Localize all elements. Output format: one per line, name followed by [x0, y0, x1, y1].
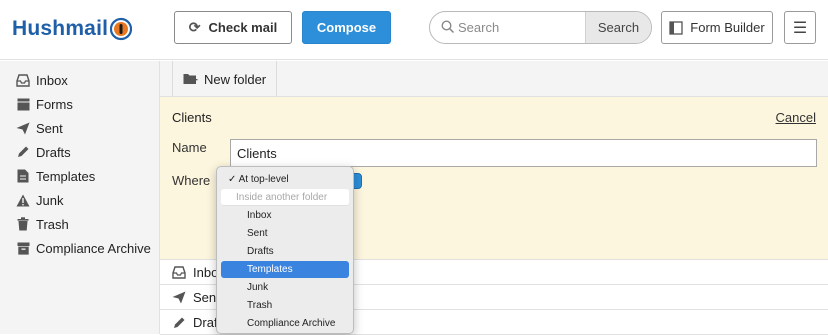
drafts-icon — [172, 316, 186, 330]
form-builder-icon — [669, 20, 683, 35]
inbox-icon — [16, 73, 30, 87]
sidebar-item-label: Trash — [36, 216, 69, 232]
drafts-icon — [16, 145, 30, 159]
dropdown-option-sent[interactable]: Sent — [221, 225, 349, 242]
logo-text-hush: Hush — [12, 17, 66, 40]
where-label: Where — [172, 173, 211, 188]
search-box: Search — [429, 11, 652, 44]
sidebar-item-inbox[interactable]: Inbox — [16, 70, 68, 90]
sidebar-item-trash[interactable]: Trash — [16, 214, 69, 234]
logo-text-mail: mail — [65, 17, 109, 40]
dropdown-option-compliance-archive[interactable]: Compliance Archive — [221, 315, 349, 332]
form-builder-button[interactable]: Form Builder — [661, 11, 773, 44]
check-mail-button[interactable]: ⟳ Check mail — [174, 11, 292, 44]
hamburger-icon: ☰ — [792, 19, 808, 37]
inbox-icon — [172, 266, 186, 280]
compose-button[interactable]: Compose — [302, 11, 391, 44]
junk-icon — [16, 193, 30, 207]
new-folder-label: New folder — [204, 71, 267, 87]
form-builder-label: Form Builder — [690, 20, 765, 35]
check-mail-label: Check mail — [208, 20, 278, 35]
sidebar-item-label: Drafts — [36, 144, 71, 160]
sidebar-item-templates[interactable]: Templates — [16, 166, 95, 186]
sidebar-item-label: Junk — [36, 192, 64, 208]
archive-icon — [16, 241, 30, 255]
templates-icon — [16, 169, 30, 183]
main-menu-button[interactable]: ☰ — [784, 11, 816, 44]
sidebar-item-label: Templates — [36, 168, 96, 184]
sidebar-item-label: Sent — [36, 120, 63, 136]
logo-lock-icon — [110, 17, 133, 41]
sent-icon — [172, 291, 186, 305]
forms-icon — [16, 97, 30, 111]
search-button[interactable]: Search — [585, 12, 651, 43]
sidebar-item-compliance-archive[interactable]: Compliance Archive — [16, 238, 151, 258]
dropdown-option-inbox[interactable]: Inbox — [221, 207, 349, 224]
sidebar-item-forms[interactable]: Forms — [16, 94, 73, 114]
dropdown-option-top-level[interactable]: ✓ At top-level — [221, 171, 349, 188]
dropdown-option-trash[interactable]: Trash — [221, 297, 349, 314]
dropdown-group-header: Inside another folder — [221, 189, 349, 206]
where-dropdown-menu: ✓ At top-level Inside another folder Inb… — [216, 166, 354, 334]
sidebar-item-sent[interactable]: Sent — [16, 118, 63, 138]
sidebar-item-drafts[interactable]: Drafts — [16, 142, 71, 162]
refresh-icon: ⟳ — [188, 19, 201, 35]
sidebar-item-label: Compliance Archive — [36, 240, 151, 256]
dropdown-option-junk[interactable]: Junk — [221, 279, 349, 296]
compose-label: Compose — [316, 20, 377, 35]
new-folder-icon — [183, 73, 198, 85]
folder-toolbar: New folder — [160, 61, 828, 97]
cancel-link[interactable]: Cancel — [776, 110, 816, 125]
dropdown-option-drafts[interactable]: Drafts — [221, 243, 349, 260]
dropdown-option-templates[interactable]: Templates — [221, 261, 349, 278]
sidebar: Inbox Forms Sent Drafts Templates Junk T… — [0, 61, 160, 334]
sidebar-item-label: Inbox — [36, 72, 68, 88]
name-label: Name — [172, 140, 207, 155]
hushmail-logo[interactable]: Hushmail — [12, 14, 133, 44]
search-icon — [441, 20, 455, 34]
sent-icon — [16, 121, 30, 135]
trash-icon — [16, 217, 30, 231]
panel-title: Clients — [172, 110, 212, 125]
top-header: Hushmail ⟳ Check mail Compose Search For… — [0, 0, 828, 60]
new-folder-button[interactable]: New folder — [172, 61, 278, 97]
folder-name-input[interactable] — [230, 139, 817, 167]
sidebar-item-label: Forms — [36, 96, 73, 112]
sidebar-item-junk[interactable]: Junk — [16, 190, 63, 210]
